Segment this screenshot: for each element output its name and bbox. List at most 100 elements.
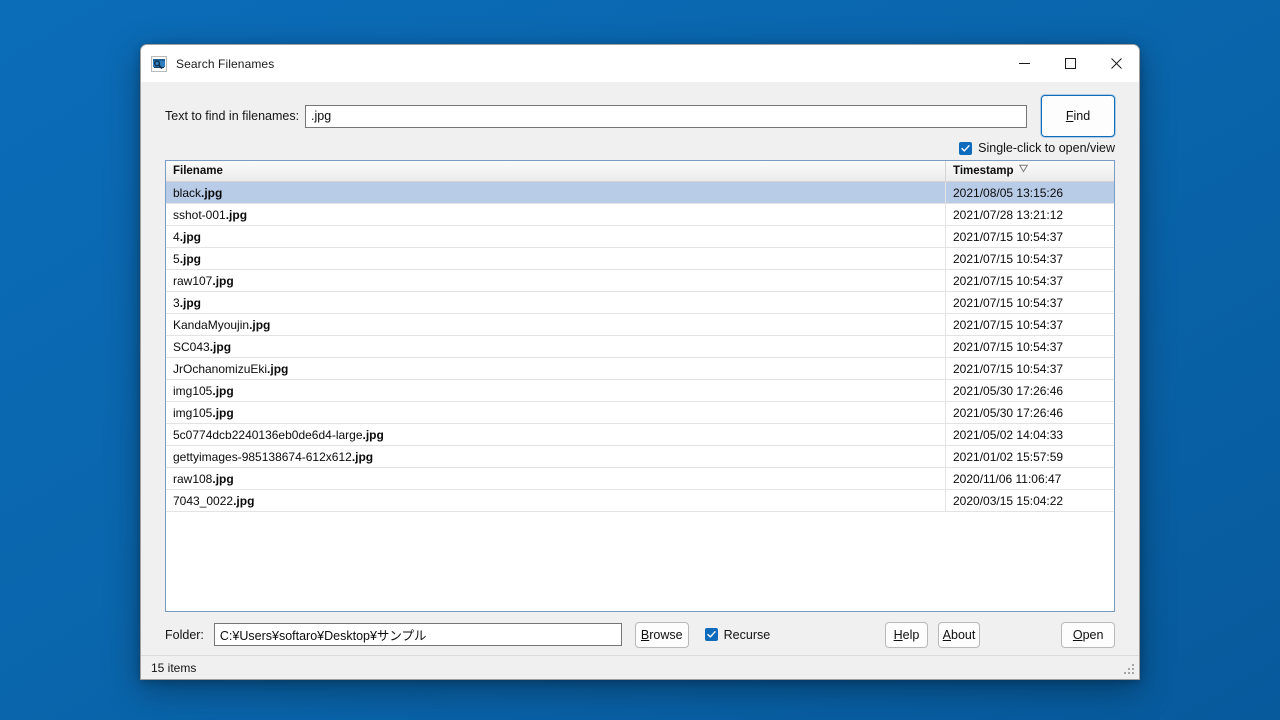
folder-input[interactable] [213, 623, 622, 646]
cell-filename: img105 .jpg [166, 380, 946, 401]
table-row[interactable]: SC043 .jpg 2021/07/15 10:54:37 [166, 336, 1114, 358]
cell-timestamp: 2021/07/15 10:54:37 [953, 251, 1064, 266]
cell-filename: 3 .jpg [166, 292, 946, 313]
filename-stem: 3 [173, 295, 180, 310]
cell-timestamp: 2021/05/30 17:26:46 [953, 405, 1064, 420]
open-button-mnemonic: O [1072, 627, 1083, 642]
about-button-label-rest: bout [951, 627, 976, 642]
filename-match: .jpg [351, 449, 374, 464]
help-button-mnemonic: H [893, 627, 903, 642]
filename-match: .jpg [233, 493, 255, 508]
status-bar: 15 items [141, 655, 1139, 679]
filename-stem: KandaMyoujin [173, 317, 250, 332]
cell-filename: black .jpg [166, 182, 946, 203]
table-row[interactable]: gettyimages-985138674-612x612 .jpg 2021/01… [166, 446, 1114, 468]
close-button[interactable] [1093, 45, 1139, 82]
results-list-body[interactable]: black .jpg 2021/08/05 13:15:26 sshot-001 .jp… [166, 182, 1114, 512]
cell-timestamp: 2020/11/06 11:06:47 [953, 471, 1062, 486]
single-click-checkbox[interactable]: Single-click to open/view [959, 140, 1115, 156]
cell-timestamp: 2021/07/15 10:54:37 [953, 229, 1064, 244]
open-button[interactable]: Open [1061, 621, 1116, 648]
cell-timestamp: 2021/05/02 14:04:33 [953, 427, 1064, 442]
help-button-label-rest: elp [902, 627, 920, 642]
cell-timestamp: 2021/07/15 10:54:37 [953, 361, 1064, 376]
filename-stem: raw108 [173, 471, 213, 486]
filename-match: .jpg [179, 295, 202, 310]
cell-timestamp: 2021/07/15 10:54:37 [953, 339, 1064, 354]
checkbox-box-single-click [959, 141, 973, 155]
filename-match: .jpg [212, 471, 234, 486]
table-row[interactable]: black .jpg 2021/08/05 13:15:26 [166, 182, 1114, 204]
results-list[interactable]: Filename Timestamp black .jpg 2021/08/05 1… [165, 160, 1115, 612]
cell-timestamp: 2021/07/15 10:54:37 [953, 295, 1064, 310]
filename-stem: gettyimages-985138674-612x612 [173, 449, 352, 464]
folder-row: Folder: Browse Recurse Help About [141, 612, 1139, 648]
about-button-mnemonic: A [942, 627, 951, 642]
window-controls [1001, 45, 1139, 82]
window-title-bar[interactable]: Search Filenames [141, 45, 1139, 82]
minimize-button[interactable] [1001, 45, 1047, 82]
table-row[interactable]: raw107 .jpg 2021/07/15 10:54:37 [166, 270, 1114, 292]
recurse-checkbox[interactable]: Recurse [704, 627, 771, 642]
filename-match: .jpg [212, 405, 234, 420]
cell-filename: img105 .jpg [166, 402, 946, 423]
table-row[interactable]: raw108 .jpg 2020/11/06 11:06:47 [166, 468, 1114, 490]
find-button-mnemonic: F [1065, 109, 1074, 123]
table-row[interactable]: img105 .jpg 2021/05/30 17:26:46 [166, 380, 1114, 402]
search-label: Text to find in filenames: [165, 109, 300, 123]
resize-grip-icon[interactable] [1123, 663, 1136, 676]
table-row[interactable]: 5 .jpg 2021/07/15 10:54:37 [166, 248, 1114, 270]
cell-filename: KandaMyoujin .jpg [166, 314, 946, 335]
folder-label: Folder: [165, 627, 204, 642]
browse-button[interactable]: Browse [634, 621, 689, 648]
search-row: Text to find in filenames: Find [141, 82, 1139, 138]
filename-match: .jpg [249, 317, 271, 332]
table-row[interactable]: 4 .jpg 2021/07/15 10:54:37 [166, 226, 1114, 248]
about-button[interactable]: About [937, 621, 981, 648]
filename-stem: JrOchanomizuEki [173, 361, 268, 376]
table-row[interactable]: JrOchanomizuEki .jpg 2021/07/15 10:54:37 [166, 358, 1114, 380]
filename-stem: img105 [173, 405, 213, 420]
table-row[interactable]: 5c0774dcb2240136eb0de6d4-large .jpg 2021/0… [166, 424, 1114, 446]
filename-match: .jpg [201, 185, 223, 200]
column-header-timestamp[interactable]: Timestamp [946, 161, 1114, 181]
column-header-filename[interactable]: Filename [166, 161, 946, 181]
cell-filename: raw108 .jpg [166, 468, 946, 489]
filename-match: .jpg [212, 383, 234, 398]
help-button[interactable]: Help [885, 621, 928, 648]
filename-match: .jpg [179, 251, 202, 266]
maximize-button[interactable] [1047, 45, 1093, 82]
table-row[interactable]: 7043_0022 .jpg 2020/03/15 15:04:22 [166, 490, 1114, 512]
table-row[interactable]: sshot-001 .jpg 2021/07/28 13:21:12 [166, 204, 1114, 226]
filename-stem: 5 [173, 251, 180, 266]
cell-filename: 5c0774dcb2240136eb0de6d4-large .jpg [166, 424, 946, 445]
filename-match: .jpg [225, 207, 248, 222]
search-filenames-window: Search Filenames Text to find in filenam… [140, 44, 1140, 680]
table-row[interactable]: KandaMyoujin .jpg 2021/07/15 10:54:37 [166, 314, 1114, 336]
column-header-timestamp-label: Timestamp [953, 165, 1014, 177]
search-input[interactable] [305, 104, 1027, 128]
find-button[interactable]: Find [1041, 95, 1115, 137]
filename-match: .jpg [179, 229, 202, 244]
cell-timestamp: 2020/03/15 15:04:22 [953, 493, 1064, 508]
filename-stem: 4 [173, 229, 180, 244]
find-button-label-rest: ind [1073, 109, 1091, 123]
cell-filename: 5 .jpg [166, 248, 946, 269]
cell-timestamp: 2021/07/15 10:54:37 [953, 273, 1064, 288]
table-row[interactable]: 3 .jpg 2021/07/15 10:54:37 [166, 292, 1114, 314]
browse-button-mnemonic: B [640, 627, 650, 642]
cell-timestamp: 2021/05/30 17:26:46 [953, 383, 1064, 398]
recurse-label: Recurse [723, 627, 771, 642]
cell-filename: 4 .jpg [166, 226, 946, 247]
window-title: Search Filenames [176, 56, 275, 71]
cell-timestamp: 2021/07/28 13:21:12 [953, 207, 1064, 222]
filename-stem: img105 [173, 383, 213, 398]
cell-filename: SC043 .jpg [166, 336, 946, 357]
desktop-background: Search Filenames Text to find in filenam… [0, 0, 1280, 720]
filename-stem: SC043 [173, 339, 210, 354]
cell-filename: gettyimages-985138674-612x612 .jpg [166, 446, 946, 467]
results-list-header: Filename Timestamp [166, 161, 1114, 182]
filename-stem: 7043_0022 [173, 493, 234, 508]
status-text: 15 items [151, 660, 197, 675]
table-row[interactable]: img105 .jpg 2021/05/30 17:26:46 [166, 402, 1114, 424]
